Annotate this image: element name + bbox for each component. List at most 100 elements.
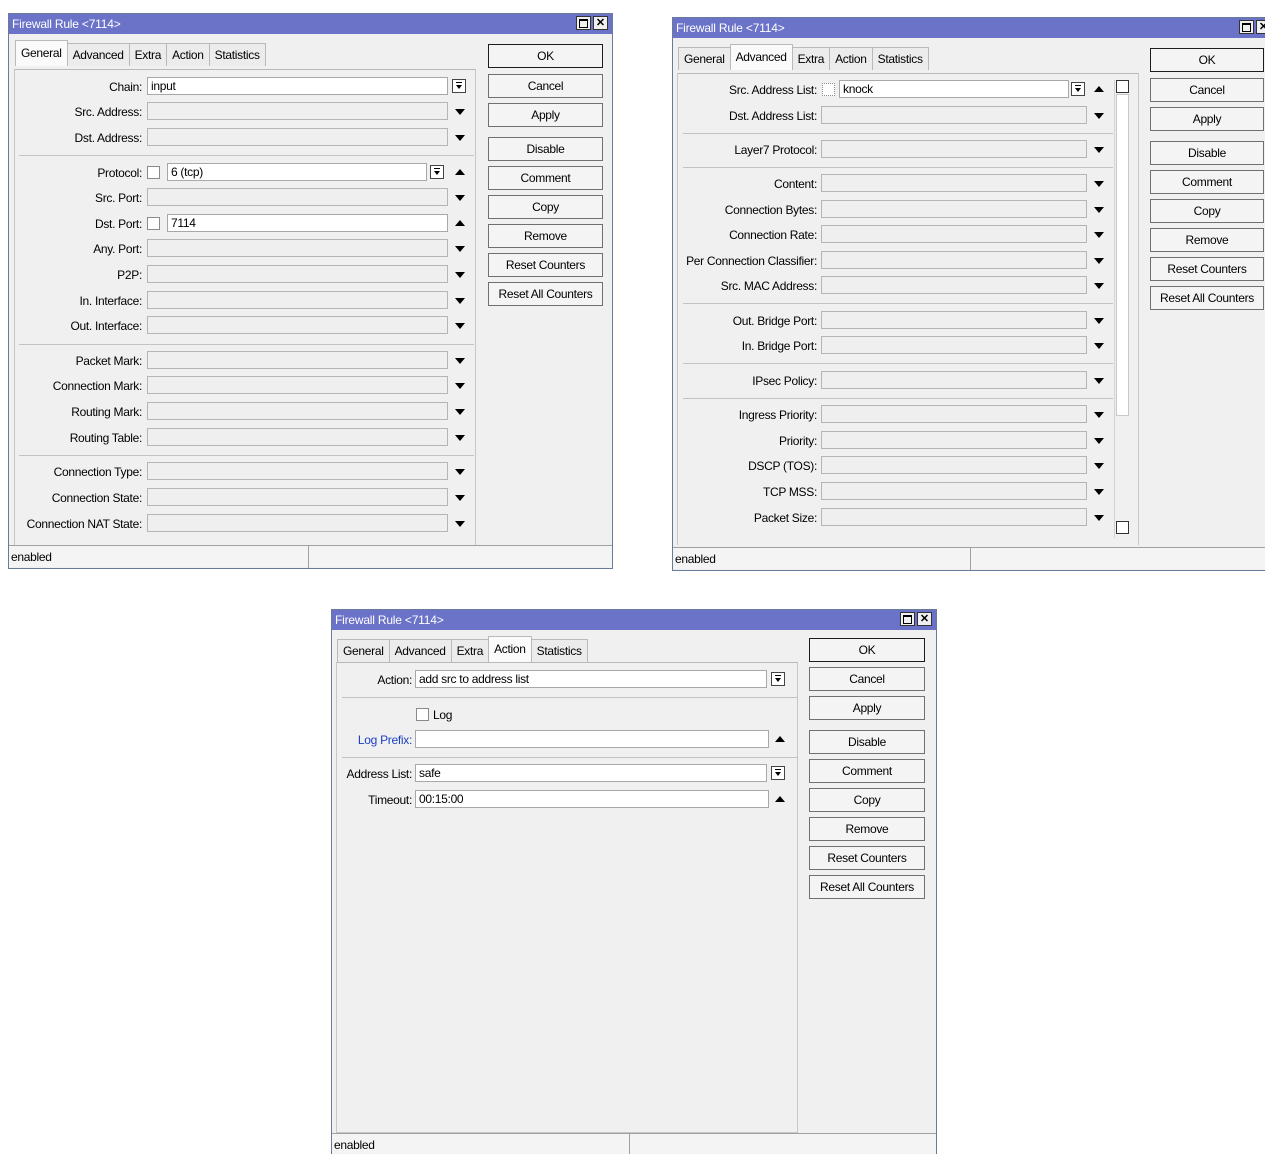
maximize-icon[interactable]	[900, 612, 915, 626]
ipsec-policy-field[interactable]	[821, 371, 1087, 389]
ingress-priority-field[interactable]	[821, 405, 1087, 423]
chevron-down-icon[interactable]	[455, 246, 465, 252]
comment-button[interactable]: Comment	[488, 166, 603, 190]
ok-button[interactable]: OK	[488, 44, 603, 68]
disable-button[interactable]: Disable	[809, 730, 925, 754]
chevron-up-icon[interactable]	[775, 796, 785, 802]
reset-counters-button[interactable]: Reset Counters	[809, 846, 925, 870]
chevron-down-icon[interactable]	[455, 409, 465, 415]
priority-field[interactable]	[821, 431, 1087, 449]
tab-advanced[interactable]: Advanced	[388, 639, 452, 662]
chevron-down-icon[interactable]	[1094, 283, 1104, 289]
connection-rate-field[interactable]	[821, 225, 1087, 243]
chevron-down-icon[interactable]	[1094, 232, 1104, 238]
tab-extra[interactable]: Extra	[450, 639, 490, 662]
chevron-down-icon[interactable]	[455, 109, 465, 115]
chevron-up-icon[interactable]	[1094, 86, 1104, 92]
chevron-down-icon[interactable]	[455, 135, 465, 141]
dst-port-negate-checkbox[interactable]	[147, 217, 160, 230]
close-icon[interactable]: ✕	[1256, 20, 1265, 34]
chevron-down-icon[interactable]	[1094, 181, 1104, 187]
title-bar[interactable]: Firewall Rule <7114> ✕	[332, 610, 936, 630]
tab-advanced[interactable]: Advanced	[729, 44, 793, 70]
tab-statistics[interactable]: Statistics	[871, 47, 929, 70]
tab-statistics[interactable]: Statistics	[530, 639, 588, 662]
layer7-protocol-field[interactable]	[821, 140, 1087, 158]
ok-button[interactable]: OK	[1150, 48, 1264, 72]
tcp-mss-field[interactable]	[821, 482, 1087, 500]
src-mac-field[interactable]	[821, 276, 1087, 294]
chevron-up-icon[interactable]	[775, 736, 785, 742]
tab-advanced[interactable]: Advanced	[66, 43, 130, 66]
chain-dropdown-icon[interactable]	[452, 79, 466, 93]
routing-mark-field[interactable]	[147, 402, 448, 420]
maximize-icon[interactable]	[576, 16, 591, 30]
scroll-up-icon[interactable]	[1116, 80, 1129, 93]
copy-button[interactable]: Copy	[809, 788, 925, 812]
address-list-input[interactable]: safe	[415, 764, 767, 782]
chevron-down-icon[interactable]	[1094, 463, 1104, 469]
close-icon[interactable]: ✕	[917, 612, 932, 626]
chevron-down-icon[interactable]	[455, 469, 465, 475]
in-bridge-port-field[interactable]	[821, 336, 1087, 354]
routing-table-field[interactable]	[147, 428, 448, 446]
apply-button[interactable]: Apply	[809, 696, 925, 720]
in-interface-field[interactable]	[147, 291, 448, 309]
action-select[interactable]: add src to address list	[415, 670, 767, 688]
chevron-down-icon[interactable]	[455, 521, 465, 527]
tab-general[interactable]: General	[15, 40, 68, 66]
remove-button[interactable]: Remove	[1150, 228, 1264, 252]
chevron-down-icon[interactable]	[455, 298, 465, 304]
remove-button[interactable]: Remove	[809, 817, 925, 841]
connection-type-field[interactable]	[147, 462, 448, 480]
src-address-field[interactable]	[147, 102, 448, 120]
log-checkbox[interactable]	[416, 708, 429, 721]
chevron-down-icon[interactable]	[1094, 258, 1104, 264]
chevron-down-icon[interactable]	[1094, 113, 1104, 119]
ok-button[interactable]: OK	[809, 638, 925, 662]
tab-statistics[interactable]: Statistics	[208, 43, 266, 66]
tab-extra[interactable]: Extra	[128, 43, 168, 66]
apply-button[interactable]: Apply	[1150, 107, 1264, 131]
maximize-icon[interactable]	[1239, 20, 1254, 34]
disable-button[interactable]: Disable	[1150, 141, 1264, 165]
chevron-down-icon[interactable]	[455, 358, 465, 364]
src-address-list-dropdown-icon[interactable]	[1071, 82, 1085, 96]
src-port-field[interactable]	[147, 188, 448, 206]
connection-state-field[interactable]	[147, 488, 448, 506]
apply-button[interactable]: Apply	[488, 103, 603, 127]
chain-input[interactable]: input	[147, 77, 448, 95]
chevron-down-icon[interactable]	[1094, 343, 1104, 349]
p2p-field[interactable]	[147, 265, 448, 283]
cancel-button[interactable]: Cancel	[809, 667, 925, 691]
connection-nat-state-field[interactable]	[147, 514, 448, 532]
chevron-down-icon[interactable]	[1094, 412, 1104, 418]
dst-port-input[interactable]: 7114	[167, 214, 448, 232]
protocol-dropdown-icon[interactable]	[430, 165, 444, 179]
protocol-input[interactable]: 6 (tcp)	[167, 163, 427, 181]
connection-bytes-field[interactable]	[821, 200, 1087, 218]
dst-address-field[interactable]	[147, 128, 448, 146]
packet-size-field[interactable]	[821, 508, 1087, 526]
comment-button[interactable]: Comment	[1150, 170, 1264, 194]
protocol-negate-checkbox[interactable]	[147, 166, 160, 179]
scroll-thumb[interactable]	[1116, 94, 1129, 416]
any-port-field[interactable]	[147, 239, 448, 257]
log-prefix-input[interactable]	[415, 730, 769, 748]
chevron-down-icon[interactable]	[1094, 318, 1104, 324]
reset-counters-button[interactable]: Reset Counters	[488, 253, 603, 277]
dscp-field[interactable]	[821, 456, 1087, 474]
src-address-list-input[interactable]: knock	[839, 80, 1069, 98]
tab-action[interactable]: Action	[166, 43, 210, 66]
chevron-up-icon[interactable]	[455, 220, 465, 226]
timeout-input[interactable]: 00:15:00	[415, 790, 769, 808]
out-interface-field[interactable]	[147, 316, 448, 334]
tab-general[interactable]: General	[337, 639, 390, 662]
pcc-field[interactable]	[821, 251, 1087, 269]
chevron-down-icon[interactable]	[1094, 147, 1104, 153]
chevron-down-icon[interactable]	[1094, 515, 1104, 521]
scroll-down-icon[interactable]	[1116, 521, 1129, 534]
chevron-down-icon[interactable]	[1094, 489, 1104, 495]
out-bridge-port-field[interactable]	[821, 311, 1087, 329]
packet-mark-field[interactable]	[147, 351, 448, 369]
